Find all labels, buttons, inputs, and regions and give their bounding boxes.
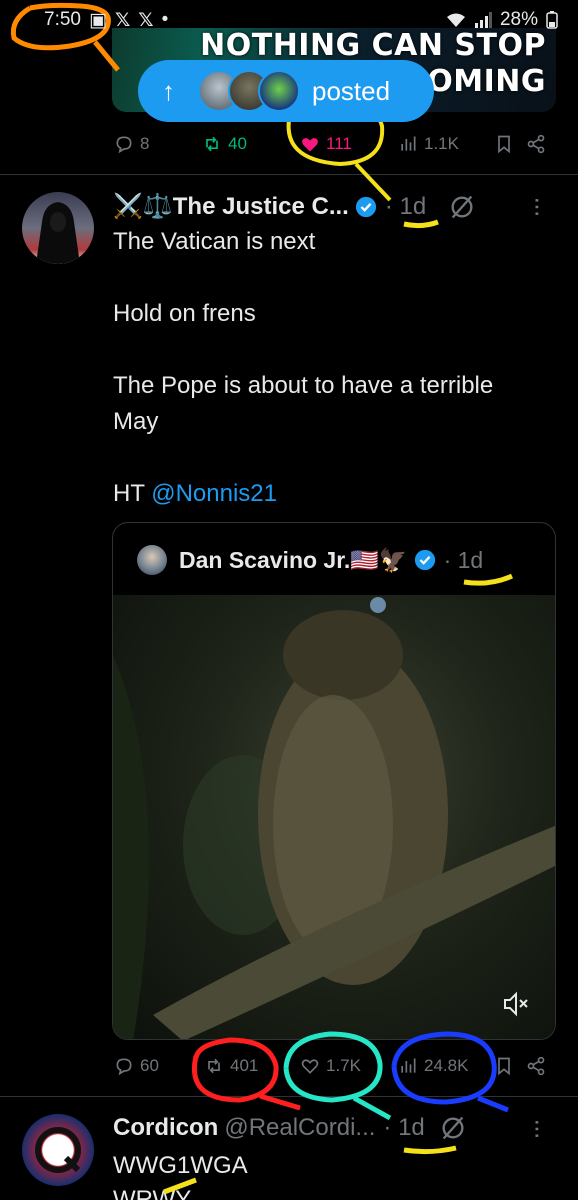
divider [0,1096,578,1097]
image-notification-icon: ▣ [88,9,107,31]
battery-icon [546,11,558,29]
more-options-icon[interactable]: ··· [524,1118,554,1138]
mention-link[interactable]: @Nonnis21 [151,480,277,507]
signal-icon [474,12,492,28]
reply-icon [116,1058,132,1076]
views-icon [401,136,416,151]
quoted-post-card[interactable]: Dan Scavino Jr.🇺🇸🦅 · 1d [112,522,556,1040]
next-handle[interactable]: @RealCordi... [224,1114,375,1142]
quote-time[interactable]: · 1d [444,547,484,574]
divider [0,174,578,175]
repost-button[interactable]: 40 [202,134,247,154]
views-button[interactable]: 24.8K [398,1056,468,1076]
repost-count: 401 [230,1056,259,1075]
next-tweet-text-2: WRWY [113,1186,192,1200]
quote-display-name[interactable]: Dan Scavino Jr.🇺🇸🦅 [179,547,408,574]
grok-icon[interactable] [448,193,476,221]
pill-avatar-3 [258,70,300,112]
display-name[interactable]: ⚔️⚖️The Justice C... [113,192,349,221]
verified-badge-icon [414,549,435,571]
mute-icon[interactable] [501,989,531,1019]
heart-filled-icon [302,138,318,152]
like-button[interactable]: 111 [300,134,352,154]
share-icon [527,134,545,154]
x-app-notification-icon: 𝕏 [114,9,131,31]
like-count: 111 [326,134,352,153]
post-time[interactable]: · 1d [385,193,426,221]
more-options-icon[interactable]: ··· [524,196,554,216]
tweet-ht-line: HT @Nonnis21 [113,476,553,512]
avatar[interactable] [22,192,94,264]
reply-button[interactable]: 60 [114,1056,159,1076]
more-notifications-dot: • [161,9,169,30]
status-bar: 7:50 ▣ 𝕏 𝕏 • 28% [0,0,578,40]
reply-count: 8 [140,134,150,153]
new-posts-pill[interactable]: ↑ posted [138,60,434,122]
repost-icon [208,1058,220,1074]
repost-count: 40 [228,134,247,153]
share-icon [527,1056,545,1076]
owl-video[interactable] [113,595,555,1039]
owl-video-frame [113,597,555,1039]
ht-prefix: HT [113,480,145,507]
wifi-icon [446,13,465,27]
q-logo-avatar-art [35,1127,81,1173]
views-button[interactable]: 1.1K [398,134,459,154]
share-button[interactable] [526,134,546,154]
like-count: 1.7K [326,1056,361,1075]
next-display-name[interactable]: Cordicon [113,1114,218,1142]
next-tweet-avatar[interactable] [22,1114,94,1186]
reply-icon [116,136,132,154]
repost-icon [206,136,218,152]
repost-button[interactable]: 401 [204,1056,258,1076]
battery-percent: 28% [499,9,538,30]
verified-badge-icon [355,196,376,217]
bookmark-button[interactable] [494,134,514,154]
bookmark-icon [498,135,510,154]
tweet-actions: 60 401 1.7K 24.8K [0,1052,578,1084]
heart-icon [301,1059,319,1074]
bookmark-button[interactable] [494,1056,514,1076]
share-button[interactable] [526,1056,546,1076]
bookmark-icon [498,1057,510,1076]
views-count: 1.1K [424,134,459,153]
next-tweet-text: WWG1WGA [113,1152,248,1179]
reply-button[interactable]: 8 [114,134,149,154]
arrow-up-icon: ↑ [162,75,175,106]
tweet-line-3: The Pope is about to have a terrible May [113,372,494,435]
x-app-notification-icon-2: 𝕏 [138,9,154,31]
hooded-figure-avatar-art [36,202,80,264]
tweet-header: ⚔️⚖️The Justice C... · 1d [113,192,476,221]
reply-count: 60 [140,1056,159,1075]
pill-label: posted [312,75,391,106]
next-tweet-header: Cordicon @RealCordi... · 1d [113,1114,467,1142]
previous-post-actions: 8 40 111 1.1K [0,130,578,160]
views-count: 24.8K [424,1056,469,1075]
views-icon [401,1058,416,1073]
like-button[interactable]: 1.7K [300,1056,361,1076]
quote-header: Dan Scavino Jr.🇺🇸🦅 · 1d [137,545,483,575]
next-time[interactable]: · 1d [383,1114,424,1142]
tweet-line-2: Hold on frens [113,300,256,327]
grok-icon[interactable] [439,1114,467,1142]
tweet-line-1: The Vatican is next [113,228,316,255]
quote-avatar[interactable] [137,545,167,575]
status-time: 7:50 [44,9,81,30]
